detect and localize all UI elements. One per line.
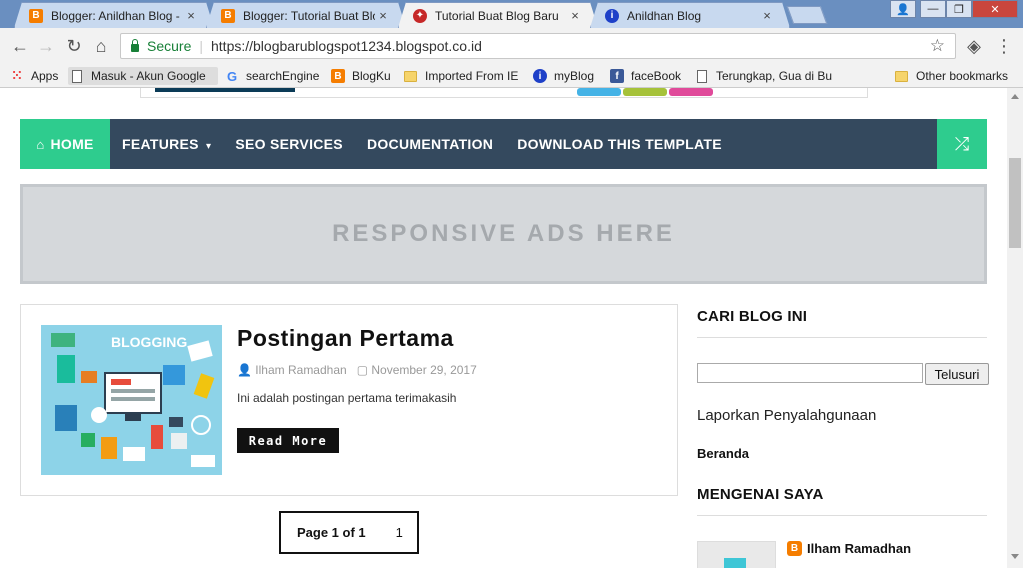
header-logo-edge xyxy=(155,88,295,92)
about-heading: MENGENAI SAYA xyxy=(697,486,824,503)
post-excerpt: Ini adalah postingan pertama terimakasih xyxy=(237,391,457,405)
bookmark-terungkap[interactable]: Terungkap, Gua di Bu xyxy=(697,67,837,85)
google-icon: G xyxy=(226,68,238,84)
banner-chip xyxy=(669,88,713,96)
user-icon: 👤 xyxy=(237,363,252,377)
tab-anildhan-blog[interactable]: i Anildhan Blog × xyxy=(590,2,790,28)
browser-toolbar: ← → ↻ ⌂ Secure | https://blogbarublogspo… xyxy=(0,28,1023,64)
address-bar[interactable]: Secure | https://blogbarublogspot1234.bl… xyxy=(120,33,956,59)
page-count-label: Page 1 of 1 xyxy=(297,525,366,540)
report-abuse-link[interactable]: Laporkan Penyalahgunaan xyxy=(697,407,876,424)
read-more-button[interactable]: Read More xyxy=(237,428,339,453)
anildhan-icon: i xyxy=(605,9,619,23)
bookmark-apps[interactable]: ⁙ Apps xyxy=(10,67,59,85)
tab-tutorial-buat-blog[interactable]: ✦ Tutorial Buat Blog Baru × xyxy=(398,2,598,28)
folder-icon xyxy=(404,70,417,82)
profile-icon[interactable]: 👤 xyxy=(890,0,916,18)
close-tab-icon[interactable]: × xyxy=(759,8,775,23)
bookmark-myblog[interactable]: i myBlog xyxy=(533,67,594,85)
address-separator: | xyxy=(199,38,203,54)
bookmark-other-bookmarks[interactable]: Other bookmarks xyxy=(895,67,1008,85)
divider xyxy=(697,515,987,516)
profile-image[interactable] xyxy=(697,541,776,568)
post-author[interactable]: 👤 Ilham Ramadhan xyxy=(237,363,347,377)
shuffle-icon[interactable]: ⤮ xyxy=(937,119,987,169)
home-icon[interactable]: ⌂ xyxy=(91,36,111,56)
blogger-icon: B xyxy=(221,9,235,23)
bookmark-masuk-akun-google[interactable]: Masuk - Akun Google xyxy=(68,67,218,85)
home-icon: ⌂ xyxy=(36,136,45,152)
reload-icon[interactable]: ↻ xyxy=(64,36,84,56)
nav-home[interactable]: ⌂ HOME xyxy=(20,119,110,169)
close-tab-icon[interactable]: × xyxy=(375,8,391,23)
scrollbar-thumb[interactable] xyxy=(1009,158,1021,248)
search-button[interactable]: Telusuri xyxy=(925,363,989,385)
url-text: https://blogbarublogspot1234.blogspot.co… xyxy=(211,38,482,54)
page-icon xyxy=(697,69,707,83)
banner-chip xyxy=(577,88,621,96)
ads-banner[interactable]: RESPONSIVE ADS HERE xyxy=(20,184,987,284)
tab-blogger-tutorial[interactable]: B Blogger: Tutorial Buat Blo × xyxy=(206,2,406,28)
nav-seo-services[interactable]: SEO SERVICES xyxy=(235,136,343,152)
bookmark-searchengine[interactable]: G searchEngine xyxy=(225,67,319,85)
eraser-extension-icon[interactable]: ◈ xyxy=(964,36,984,56)
menu-icon[interactable]: ⋮ xyxy=(994,36,1014,56)
bookmark-imported-from-ie[interactable]: Imported From IE xyxy=(404,67,518,85)
home-link[interactable]: Beranda xyxy=(697,446,749,461)
secure-label: Secure xyxy=(147,38,192,54)
close-window-icon[interactable]: ✕ xyxy=(972,0,1018,18)
profile-name-link[interactable]: B Ilham Ramadhan xyxy=(787,541,911,556)
forward-icon[interactable]: → xyxy=(36,36,56,56)
nav-download-template[interactable]: DOWNLOAD THIS TEMPLATE xyxy=(517,136,722,152)
search-input[interactable] xyxy=(697,363,923,383)
lock-icon xyxy=(131,39,139,52)
search-heading: CARI BLOG INI xyxy=(697,308,808,325)
blogger-icon: B xyxy=(331,69,345,83)
illustration-label: BLOGGING xyxy=(111,334,187,350)
new-tab-button[interactable] xyxy=(786,6,828,24)
header-banner-edge xyxy=(140,88,868,98)
nav-documentation[interactable]: DOCUMENTATION xyxy=(367,136,493,152)
page-icon xyxy=(72,69,82,83)
bookmark-facebook[interactable]: f faceBook xyxy=(610,67,681,85)
divider xyxy=(697,337,987,338)
main-navigation: ⌂ HOME FEATURES ▾ SEO SERVICES DOCUMENTA… xyxy=(20,119,987,169)
post-meta: 👤 Ilham Ramadhan ▢ November 29, 2017 xyxy=(237,363,477,377)
blogger-icon: B xyxy=(787,541,802,556)
post-title[interactable]: Postingan Pertama xyxy=(237,325,454,352)
tab-blogger-anildhan[interactable]: B Blogger: Anildhan Blog - × xyxy=(14,2,214,28)
garuda-icon: ✦ xyxy=(413,9,427,23)
apps-grid-icon: ⁙ xyxy=(11,68,23,83)
bookmarks-bar: ⁙ Apps Masuk - Akun Google G searchEngin… xyxy=(0,64,1023,88)
blogging-illustration: BLOGGING xyxy=(51,333,215,467)
close-tab-icon[interactable]: × xyxy=(183,8,199,23)
chevron-down-icon: ▾ xyxy=(206,141,212,152)
search-form: Telusuri xyxy=(697,363,989,385)
post-card: BLOGGING Postingan Pertama 👤 Ilham Ramad… xyxy=(20,304,678,496)
profile-image-detail xyxy=(724,558,746,568)
facebook-icon: f xyxy=(610,69,624,83)
post-date: ▢ November 29, 2017 xyxy=(356,363,477,377)
bookmark-blogku[interactable]: B BlogKu xyxy=(331,67,391,85)
blogger-icon: B xyxy=(29,9,43,23)
bookmark-star-icon[interactable]: ☆ xyxy=(930,36,945,56)
close-tab-icon[interactable]: × xyxy=(567,8,583,23)
anildhan-icon: i xyxy=(533,69,547,83)
pagination: Page 1 of 1 1 xyxy=(279,511,419,554)
calendar-icon: ▢ xyxy=(356,363,369,377)
page-number-1[interactable]: 1 xyxy=(396,525,403,540)
web-page: ⌂ HOME FEATURES ▾ SEO SERVICES DOCUMENTA… xyxy=(0,88,1007,568)
scroll-down-icon[interactable] xyxy=(1011,554,1019,559)
post-thumbnail[interactable]: BLOGGING xyxy=(41,325,222,475)
nav-features[interactable]: FEATURES ▾ xyxy=(122,136,211,152)
page-scrollbar[interactable] xyxy=(1007,88,1023,568)
folder-icon xyxy=(895,70,908,82)
tab-strip: B Blogger: Anildhan Blog - × B Blogger: … xyxy=(0,0,1023,28)
back-icon[interactable]: ← xyxy=(10,36,30,56)
maximize-icon[interactable]: ❐ xyxy=(946,0,972,18)
minimize-icon[interactable]: — xyxy=(920,0,946,18)
scroll-up-icon[interactable] xyxy=(1011,94,1019,99)
banner-chip xyxy=(623,88,667,96)
